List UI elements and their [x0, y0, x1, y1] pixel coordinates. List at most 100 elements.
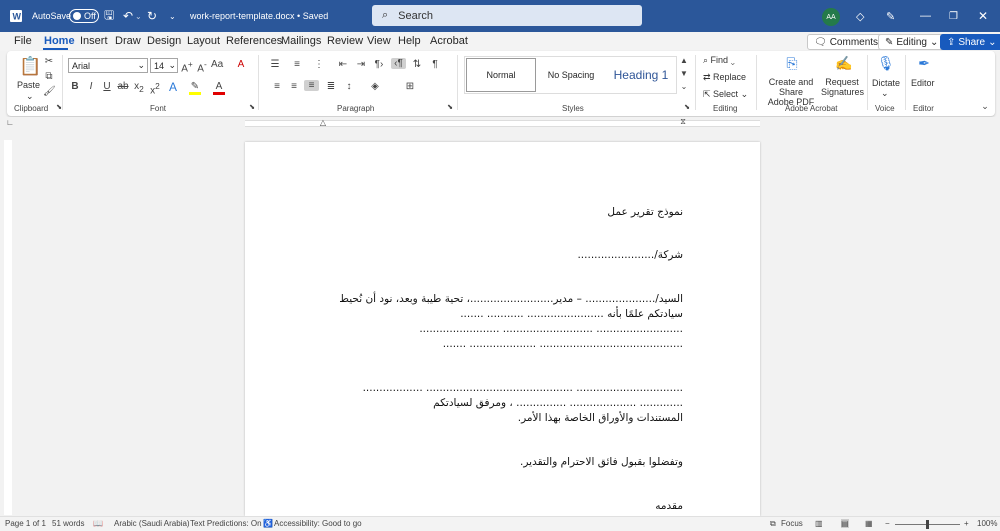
zoom-level[interactable]: 100% — [977, 519, 997, 528]
minimize-icon[interactable]: — — [920, 0, 931, 32]
proofing-icon[interactable]: 📖 — [93, 519, 103, 528]
shrink-font-icon[interactable]: A- — [196, 59, 208, 74]
avatar[interactable]: AA — [822, 8, 840, 26]
tab-view[interactable]: View — [367, 35, 391, 47]
styles-scroll-up-icon[interactable]: ▲ — [678, 56, 690, 65]
undo-dropdown-icon[interactable]: ⌄ — [135, 0, 142, 32]
clipboard-launcher-icon[interactable]: ⬊ — [53, 103, 65, 111]
accessibility-status[interactable]: Accessibility: Good to go — [274, 519, 362, 528]
clear-formatting-icon[interactable]: A — [235, 59, 247, 70]
borders-icon[interactable]: ⊞ — [404, 81, 416, 92]
paste-icon[interactable]: 📋 — [19, 56, 41, 77]
align-right-icon[interactable]: ≡ — [304, 80, 319, 91]
web-layout-icon[interactable]: ▦ — [865, 519, 873, 528]
align-left-icon[interactable]: ≡ — [271, 81, 283, 92]
font-size-select[interactable]: 14 ⌄ — [150, 58, 178, 73]
select-button[interactable]: ⇱ Select ⌄ — [703, 89, 748, 100]
microphone-icon[interactable]: 🎙 — [877, 55, 895, 72]
tab-layout[interactable]: Layout — [187, 35, 220, 47]
replace-button[interactable]: ⇄ Replace — [703, 72, 746, 83]
doc-paragraph-line[interactable]: ................................ .......… — [363, 382, 683, 394]
doc-paragraph-line[interactable]: .......................... .............… — [419, 323, 683, 335]
multilevel-list-icon[interactable]: ⋮ — [313, 59, 325, 70]
word-count[interactable]: 51 words — [52, 519, 84, 528]
tab-help[interactable]: Help — [398, 35, 421, 47]
copy-icon[interactable]: ⧉ — [43, 71, 55, 82]
font-name-select[interactable]: Arial ⌄ — [68, 58, 148, 73]
tab-references[interactable]: References — [226, 35, 282, 47]
focus-button[interactable]: Focus — [781, 519, 803, 528]
tab-draw[interactable]: Draw — [115, 35, 141, 47]
request-signatures-button[interactable]: Request Signatures — [821, 77, 864, 97]
print-layout-icon[interactable]: ▤ — [841, 519, 849, 528]
tab-file[interactable]: File — [14, 35, 32, 47]
line-spacing-icon[interactable]: ↕ — [343, 81, 355, 92]
tab-design[interactable]: Design — [147, 35, 181, 47]
editor-button[interactable]: Editor — [911, 78, 935, 88]
autosave-toggle[interactable]: Off — [69, 0, 99, 32]
subscript-icon[interactable]: x2 — [133, 81, 145, 94]
language-indicator[interactable]: Arabic (Saudi Arabia) — [114, 519, 190, 528]
search-box[interactable]: ⌕ Search — [372, 5, 642, 26]
left-indent-marker-icon[interactable]: △ — [317, 118, 329, 127]
undo-icon[interactable]: ↶ — [123, 0, 133, 32]
page-count[interactable]: Page 1 of 1 — [5, 519, 46, 528]
pen-icon[interactable]: ✎ — [886, 0, 895, 32]
find-button[interactable]: ⌕ Find ⌄ — [703, 55, 735, 66]
bullets-icon[interactable]: ☰ — [269, 59, 281, 70]
format-painter-icon[interactable]: 🖌 — [43, 86, 56, 97]
justify-icon[interactable]: ≣ — [325, 81, 337, 92]
strikethrough-icon[interactable]: ab — [117, 81, 129, 92]
ltr-icon[interactable]: ¶› — [373, 59, 385, 70]
doc-paragraph-line[interactable]: سيادتكم علمًا بأنه .....................… — [460, 308, 683, 320]
align-center-icon[interactable]: ≡ — [288, 81, 300, 92]
style-heading-1[interactable]: Heading 1 — [606, 58, 676, 92]
underline-icon[interactable]: U — [101, 81, 113, 92]
change-case-icon[interactable]: Aa — [211, 59, 223, 70]
shading-icon[interactable]: ◈ — [369, 81, 381, 92]
request-signatures-icon[interactable]: ✍ — [835, 55, 852, 72]
focus-icon[interactable]: ⧉ — [770, 519, 776, 529]
font-color-icon[interactable]: A — [213, 81, 225, 95]
horizontal-ruler[interactable]: ∟ △ ⧖ — [0, 117, 1000, 131]
share-button[interactable]: ⇪ Share ⌄ — [940, 34, 1000, 50]
style-no-spacing[interactable]: No Spacing — [537, 58, 605, 92]
tab-home[interactable]: Home — [44, 35, 75, 47]
tab-insert[interactable]: Insert — [80, 35, 108, 47]
styles-scroll-down-icon[interactable]: ▼ — [678, 69, 690, 78]
sort-icon[interactable]: ⇅ — [411, 59, 423, 70]
paragraph-launcher-icon[interactable]: ⬊ — [444, 103, 456, 111]
text-effects-icon[interactable]: A — [167, 80, 179, 94]
accessibility-icon[interactable]: ♿ — [263, 519, 273, 528]
redo-icon[interactable]: ↻ — [147, 0, 157, 32]
text-predictions[interactable]: Text Predictions: On — [190, 519, 262, 528]
highlight-icon[interactable]: ✎ — [189, 81, 201, 95]
read-mode-icon[interactable]: ▥ — [815, 519, 823, 528]
decrease-indent-icon[interactable]: ⇤ — [337, 59, 349, 70]
restore-icon[interactable]: ❐ — [949, 0, 958, 32]
cut-icon[interactable]: ✂ — [43, 56, 55, 67]
style-normal[interactable]: Normal — [466, 58, 536, 92]
doc-title-line[interactable]: نموذج تقرير عمل — [607, 206, 683, 218]
styles-launcher-icon[interactable]: ⬊ — [681, 103, 693, 111]
editor-icon[interactable]: ✒ — [916, 55, 932, 72]
editing-mode-button[interactable]: ✎ Editing ⌄ — [878, 34, 946, 50]
doc-company-line[interactable]: شركة/....................... — [577, 249, 683, 261]
tab-acrobat[interactable]: Acrobat — [430, 35, 468, 47]
qat-customize-icon[interactable]: ⌄ — [169, 0, 176, 32]
italic-icon[interactable]: I — [85, 81, 97, 92]
rtl-icon[interactable]: ‹¶ — [391, 58, 406, 69]
paste-dropdown-icon[interactable]: ⌄ — [26, 91, 34, 102]
close-icon[interactable]: ✕ — [978, 0, 988, 32]
collapse-ribbon-icon[interactable]: ⌄ — [979, 101, 991, 112]
doc-paragraph-line[interactable]: السيد/..................... – مدير......… — [339, 293, 683, 305]
numbering-icon[interactable]: ≡ — [291, 59, 303, 70]
document-page[interactable]: نموذج تقرير عمل شركة/...................… — [245, 142, 760, 516]
grow-font-icon[interactable]: A+ — [181, 59, 193, 74]
diamond-icon[interactable]: ◇ — [856, 0, 864, 32]
styles-more-icon[interactable]: ⌄ — [678, 82, 690, 91]
tab-selector-icon[interactable]: ∟ — [4, 118, 16, 127]
doc-paragraph-line[interactable]: ............. .................... .....… — [433, 397, 683, 409]
create-pdf-icon[interactable]: ⎘ — [784, 55, 800, 72]
zoom-in-icon[interactable]: + — [964, 519, 969, 528]
